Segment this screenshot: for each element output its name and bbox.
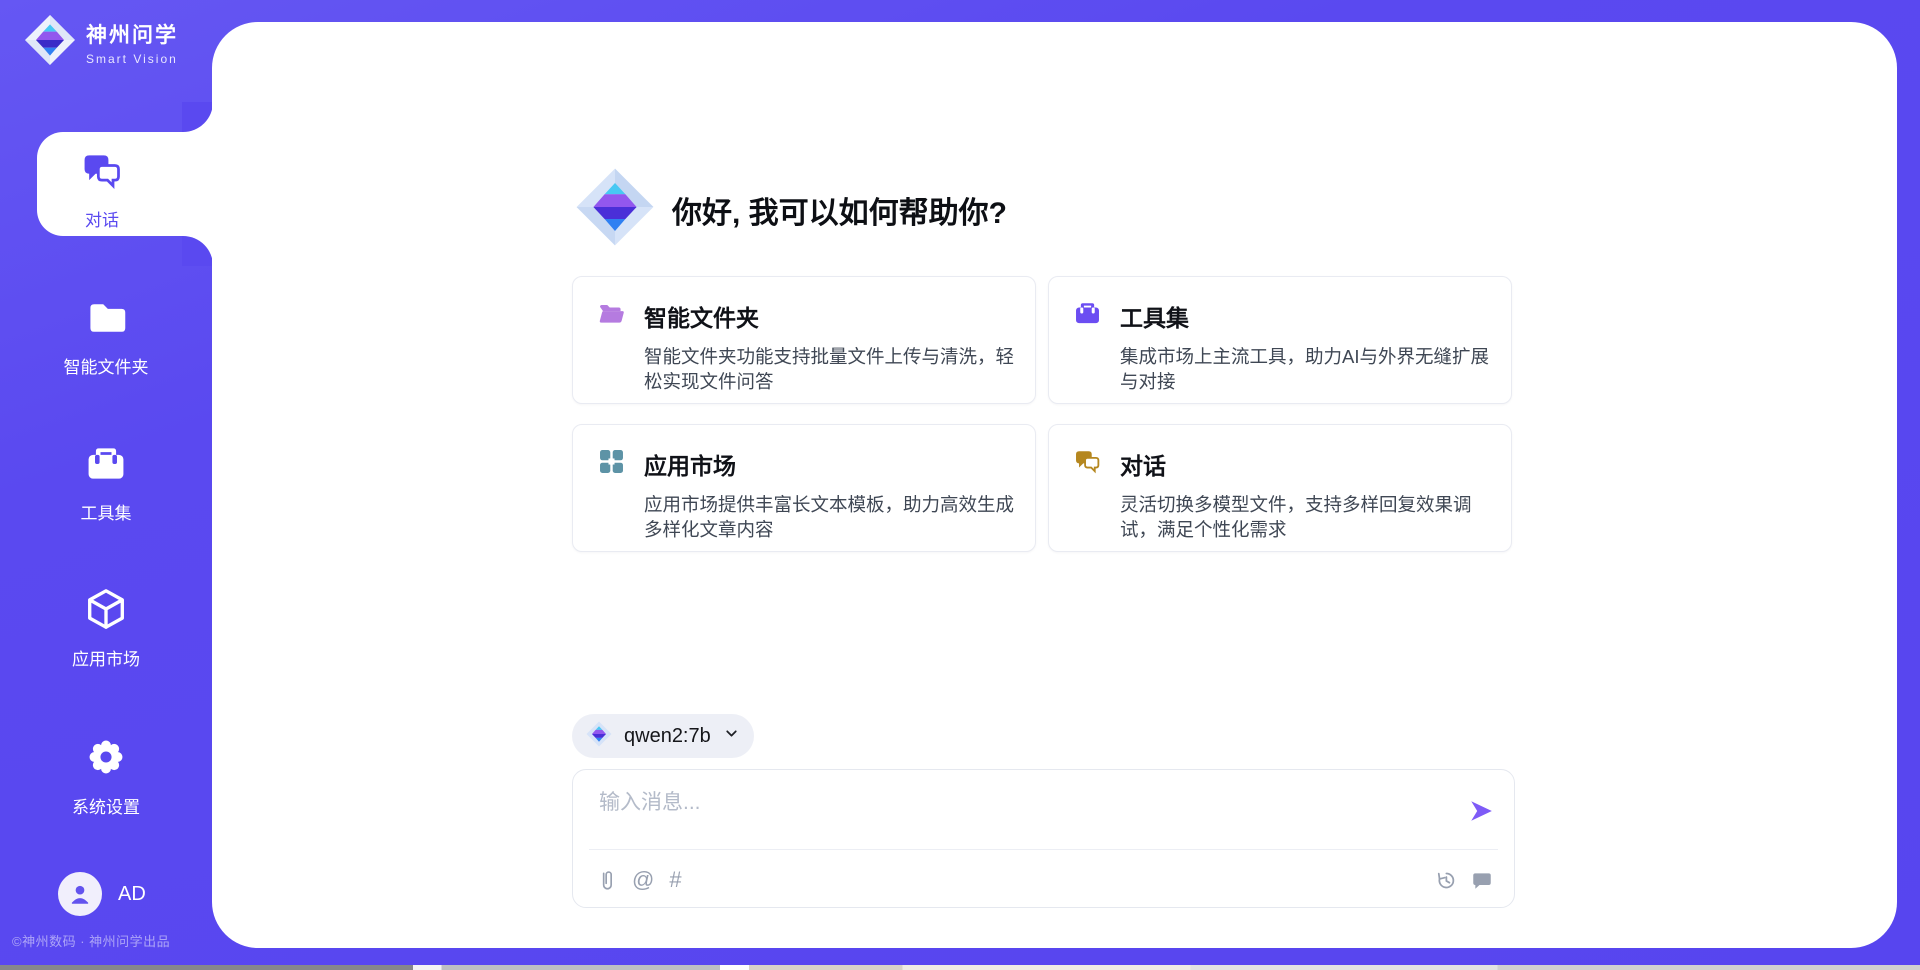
cube-icon bbox=[83, 586, 129, 637]
history-icon[interactable] bbox=[1435, 870, 1456, 891]
tab-fillet-top bbox=[182, 102, 213, 132]
greeting-title: 你好, 我可以如何帮助你? bbox=[672, 188, 1007, 232]
briefcase-icon bbox=[1073, 299, 1102, 333]
chat-icon bbox=[1073, 447, 1102, 481]
feature-card-toolset[interactable]: 工具集 集成市场上主流工具，助力AI与外界无缝扩展与对接 bbox=[1048, 276, 1512, 404]
card-title: 应用市场 bbox=[644, 447, 736, 481]
mention-icon[interactable]: @ bbox=[632, 867, 654, 893]
card-description: 智能文件夹功能支持批量文件上传与清洗，轻松实现文件问答 bbox=[644, 344, 1026, 394]
sidebar-item-chat[interactable]: 对话 bbox=[37, 132, 215, 236]
feature-card-app-market[interactable]: 应用市场 应用市场提供丰富长文本模板，助力高效生成多样化文章内容 bbox=[572, 424, 1036, 552]
folder-open-icon bbox=[597, 299, 626, 333]
model-selector[interactable]: qwen2:7b bbox=[572, 714, 754, 758]
message-composer: @ # bbox=[572, 769, 1515, 908]
feature-card-smart-folder[interactable]: 智能文件夹 智能文件夹功能支持批量文件上传与清洗，轻松实现文件问答 bbox=[572, 276, 1036, 404]
taskbar-edge bbox=[0, 965, 1920, 970]
gear-icon bbox=[83, 734, 129, 785]
card-description: 应用市场提供丰富长文本模板，助力高效生成多样化文章内容 bbox=[644, 492, 1026, 542]
copyright-footer: ©神州数码 · 神州问学出品 bbox=[12, 931, 212, 950]
avatar bbox=[58, 872, 102, 916]
brand-name: 神州问学 bbox=[86, 19, 178, 49]
card-description: 集成市场上主流工具，助力AI与外界无缝扩展与对接 bbox=[1120, 344, 1502, 394]
greeting-diamond-icon bbox=[575, 167, 655, 252]
attach-file-icon[interactable] bbox=[597, 867, 617, 893]
chat-icon bbox=[80, 149, 124, 198]
sidebar-item-toolset[interactable]: 工具集 bbox=[0, 442, 212, 524]
model-name: qwen2:7b bbox=[624, 725, 711, 748]
send-button[interactable] bbox=[1468, 798, 1494, 824]
sidebar-item-label: 应用市场 bbox=[72, 645, 140, 670]
chevron-down-icon bbox=[723, 725, 740, 747]
card-title: 智能文件夹 bbox=[644, 299, 759, 333]
brand-diamond-icon bbox=[24, 14, 76, 71]
grid-icon bbox=[597, 447, 626, 481]
chat-bubble-icon[interactable] bbox=[1472, 870, 1492, 890]
sidebar-item-label: 智能文件夹 bbox=[64, 353, 149, 378]
app-window: 神州问学 Smart Vision 对话 bbox=[0, 0, 1920, 970]
sidebar-item-settings[interactable]: 系统设置 bbox=[0, 734, 212, 818]
sidebar-item-label: 系统设置 bbox=[72, 793, 140, 818]
message-input[interactable] bbox=[599, 786, 1459, 842]
feature-card-chat[interactable]: 对话 灵活切换多模型文件，支持多样回复效果调试，满足个性化需求 bbox=[1048, 424, 1512, 552]
tab-fillet-bottom bbox=[182, 236, 213, 266]
user-initials: AD bbox=[118, 883, 146, 906]
user-profile[interactable]: AD bbox=[58, 872, 146, 916]
card-title: 对话 bbox=[1120, 447, 1166, 481]
composer-divider bbox=[589, 849, 1498, 850]
main-panel: 你好, 我可以如何帮助你? 智能文件夹 智能文件夹功能支持批量文件上传与清洗，轻… bbox=[212, 22, 1897, 948]
sidebar-item-label: 对话 bbox=[85, 206, 119, 231]
folder-icon bbox=[84, 296, 128, 345]
toolbox-icon bbox=[84, 442, 128, 491]
sidebar-item-app-market[interactable]: 应用市场 bbox=[0, 586, 212, 670]
card-title: 工具集 bbox=[1120, 299, 1189, 333]
model-diamond-icon bbox=[586, 721, 612, 752]
sidebar-item-smart-folder[interactable]: 智能文件夹 bbox=[0, 296, 212, 378]
brand-subtitle: Smart Vision bbox=[86, 52, 178, 66]
card-description: 灵活切换多模型文件，支持多样回复效果调试，满足个性化需求 bbox=[1120, 492, 1502, 542]
sidebar-item-label: 工具集 bbox=[81, 499, 132, 524]
brand-logo: 神州问学 Smart Vision bbox=[24, 14, 178, 71]
topic-icon[interactable]: # bbox=[669, 867, 681, 893]
